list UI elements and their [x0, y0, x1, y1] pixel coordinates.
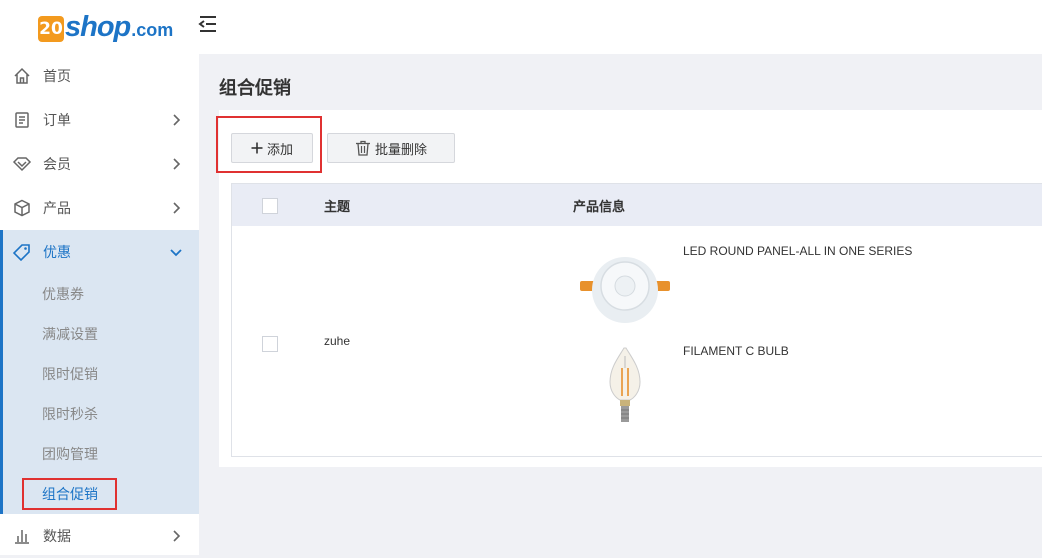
product-image-panel-light	[580, 250, 670, 330]
logo-suffix: .com	[131, 20, 174, 40]
batch-delete-label: 批量删除	[374, 141, 427, 157]
sidebar-subitem-coupons[interactable]: 优惠券	[3, 274, 199, 314]
product-image-filament-bulb	[580, 346, 670, 426]
add-button-label: 添加	[266, 141, 293, 157]
main-content: 组合促销 添加 批量删除 主题 产品信息 zuhe LED ROUND PANE…	[199, 54, 1042, 555]
select-all-checkbox[interactable]	[262, 198, 278, 214]
product-name: LED ROUND PANEL-ALL IN ONE SERIES	[683, 244, 913, 258]
sidebar-item-home[interactable]: 首页	[0, 54, 199, 98]
sidebar-subitem-bundle-promo[interactable]: 组合促销	[3, 474, 199, 514]
sidebar-item-label: 首页	[43, 68, 71, 84]
sidebar-subitem-label: 组合促销	[22, 478, 117, 510]
logo-badge: 20	[38, 16, 64, 42]
sidebar-subitem-limited-promo[interactable]: 限时促销	[3, 354, 199, 394]
sidebar-item-members[interactable]: 会员	[0, 142, 199, 186]
sidebar-subitem-flash-sale[interactable]: 限时秒杀	[3, 394, 199, 434]
sidebar: 首页 订单 会员 产品 优惠 优惠券 满减设置 限时促销 限时秒杀 团购管理 组…	[0, 54, 199, 555]
sidebar-item-label: 订单	[43, 112, 71, 128]
order-icon	[12, 110, 32, 130]
chevron-right-icon	[173, 158, 181, 170]
sidebar-item-label: 会员	[43, 156, 71, 172]
add-button[interactable]: 添加	[231, 133, 313, 163]
chevron-right-icon	[173, 202, 181, 214]
table-header: 主题 产品信息	[232, 184, 1042, 226]
promotions-submenu: 优惠券 满减设置 限时促销 限时秒杀 团购管理 组合促销	[0, 274, 199, 514]
column-header-subject: 主题	[324, 198, 351, 214]
sidebar-item-promotions[interactable]: 优惠	[0, 230, 199, 274]
batch-delete-button[interactable]: 批量删除	[327, 133, 455, 163]
sidebar-item-label: 优惠	[43, 244, 71, 260]
chart-icon	[12, 526, 32, 546]
page-title: 组合促销	[219, 78, 291, 98]
sidebar-item-orders[interactable]: 订单	[0, 98, 199, 142]
sidebar-subitem-full-reduction[interactable]: 满减设置	[3, 314, 199, 354]
product-name: FILAMENT C BULB	[683, 344, 789, 358]
row-subject: zuhe	[324, 334, 351, 348]
chevron-right-icon	[173, 530, 181, 542]
menu-collapse-icon[interactable]	[197, 13, 219, 35]
sidebar-item-label: 产品	[43, 200, 71, 216]
logo[interactable]: 20 shop .com	[38, 6, 173, 42]
tag-icon	[12, 242, 32, 262]
product-icon	[12, 198, 32, 218]
row-checkbox[interactable]	[262, 336, 278, 352]
home-icon	[12, 66, 32, 86]
chevron-down-icon	[170, 249, 182, 257]
promo-table: 主题 产品信息 zuhe LED ROUND PANEL-ALL IN ONE …	[231, 183, 1042, 457]
table-row: zuhe LED ROUND PANEL-ALL IN ONE SERIES F…	[232, 226, 1042, 456]
member-icon	[12, 154, 32, 174]
plus-icon	[251, 142, 263, 154]
content-card: 添加 批量删除 主题 产品信息 zuhe LED ROUND PANEL-ALL…	[216, 110, 1042, 467]
trash-icon	[355, 140, 371, 156]
logo-word: shop	[65, 11, 131, 43]
top-bar: 20 shop .com	[0, 0, 1042, 54]
sidebar-item-data[interactable]: 数据	[0, 514, 199, 558]
chevron-right-icon	[173, 114, 181, 126]
sidebar-item-label: 数据	[43, 528, 71, 544]
sidebar-item-products[interactable]: 产品	[0, 186, 199, 230]
column-header-product-info: 产品信息	[573, 198, 626, 214]
sidebar-subitem-group-buy[interactable]: 团购管理	[3, 434, 199, 474]
